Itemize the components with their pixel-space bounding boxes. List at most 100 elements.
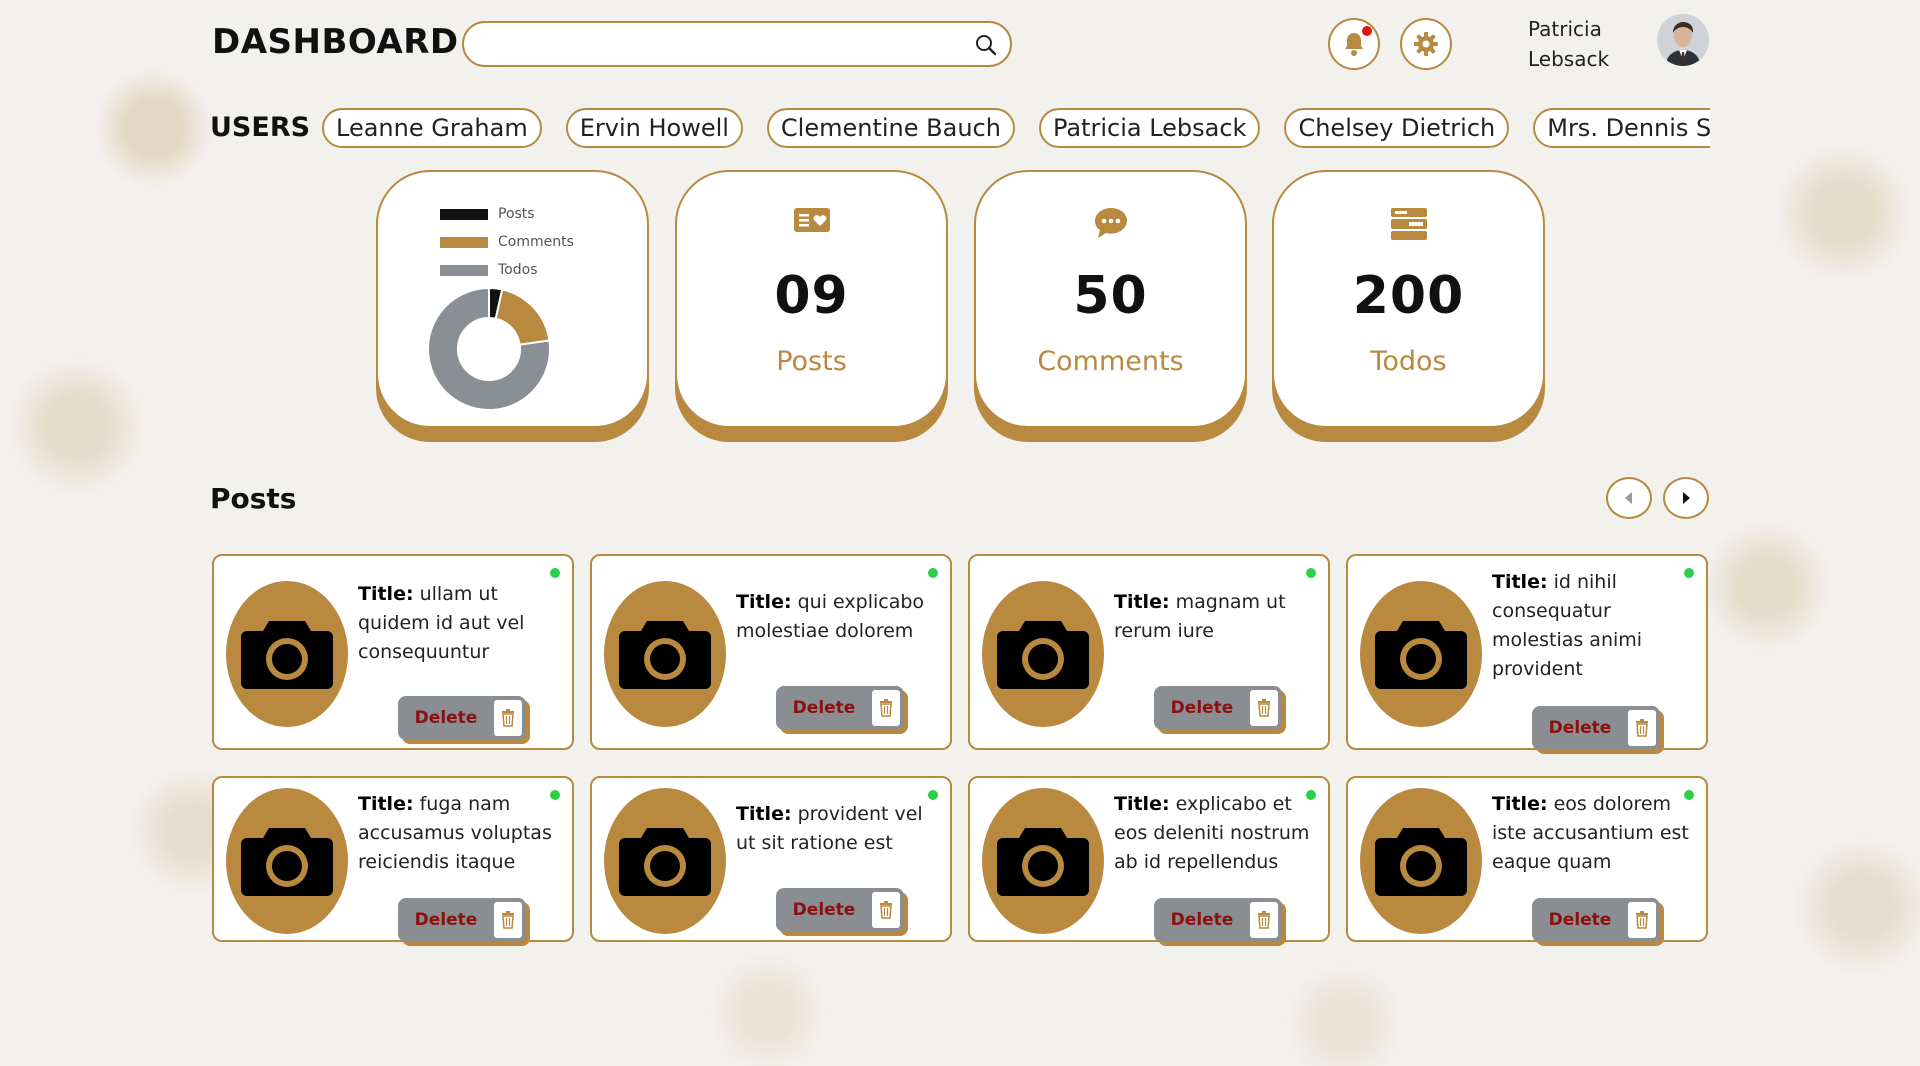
posts-stat-card[interactable]: 09 Posts bbox=[675, 170, 948, 428]
camera-icon bbox=[1375, 828, 1467, 896]
post-card[interactable]: Title: eos dolorem iste accusantium est … bbox=[1346, 776, 1708, 942]
search-icon[interactable] bbox=[974, 33, 998, 57]
online-status-dot bbox=[928, 790, 938, 800]
camera-icon bbox=[997, 621, 1089, 689]
delete-button[interactable]: Delete bbox=[398, 696, 526, 740]
gear-icon bbox=[1414, 32, 1438, 56]
post-thumbnail bbox=[982, 581, 1104, 727]
post-card[interactable]: Title: provident vel ut sit ratione est D… bbox=[590, 776, 952, 942]
todo-icon bbox=[1390, 208, 1427, 240]
trash-icon-box bbox=[872, 892, 900, 928]
camera-icon bbox=[619, 621, 711, 689]
next-page-button[interactable] bbox=[1663, 477, 1709, 519]
legend-label: Posts bbox=[498, 206, 535, 222]
user-first-name: Patricia bbox=[1528, 17, 1602, 41]
trash-icon bbox=[502, 911, 514, 929]
delete-button[interactable]: Delete bbox=[1154, 898, 1282, 942]
post-thumbnail bbox=[604, 581, 726, 727]
donut-chart bbox=[427, 286, 551, 411]
avatar[interactable] bbox=[1657, 14, 1709, 66]
comments-stat-label: Comments bbox=[1037, 346, 1184, 377]
delete-button[interactable]: Delete bbox=[776, 888, 904, 932]
post-card[interactable]: Title: explicabo et eos deleniti nostrum… bbox=[968, 776, 1330, 942]
trash-icon-box bbox=[494, 902, 522, 938]
trash-icon bbox=[1636, 911, 1648, 929]
delete-button[interactable]: Delete bbox=[776, 686, 904, 730]
search-input[interactable] bbox=[482, 23, 962, 63]
trash-icon-box bbox=[1250, 902, 1278, 938]
post-thumbnail bbox=[982, 788, 1104, 934]
post-title-prefix: Title: bbox=[1492, 793, 1548, 815]
legend-item: Comments bbox=[440, 228, 574, 256]
search-bar[interactable] bbox=[462, 21, 1012, 67]
post-thumbnail bbox=[226, 581, 348, 727]
notifications-button[interactable] bbox=[1328, 18, 1380, 70]
delete-button[interactable]: Delete bbox=[398, 898, 526, 942]
online-status-dot bbox=[550, 568, 560, 578]
post-title-prefix: Title: bbox=[1114, 591, 1170, 613]
posts-count: 09 bbox=[774, 266, 849, 326]
posts-stat-label: Posts bbox=[776, 346, 847, 377]
camera-icon bbox=[241, 828, 333, 896]
camera-icon bbox=[241, 621, 333, 689]
delete-label: Delete bbox=[414, 910, 478, 930]
trash-icon-box bbox=[872, 690, 900, 726]
user-chip[interactable]: Patricia Lebsack bbox=[1038, 108, 1261, 148]
post-thumbnail bbox=[226, 788, 348, 934]
user-chip[interactable]: Clementine Bauch bbox=[766, 108, 1015, 148]
user-last-name: Lebsack bbox=[1528, 47, 1610, 71]
chart-card: Posts Comments Todos bbox=[376, 170, 649, 428]
post-title: Title: fuga nam accusamus voluptas reici… bbox=[358, 790, 568, 877]
post-card[interactable]: Title: id nihil consequatur molestias an… bbox=[1346, 554, 1708, 750]
trash-icon bbox=[880, 901, 892, 919]
post-title: Title: explicabo et eos deleniti nostrum… bbox=[1114, 790, 1324, 877]
chart-legend: Posts Comments Todos bbox=[440, 200, 574, 284]
legend-swatch bbox=[440, 236, 488, 248]
settings-button[interactable] bbox=[1400, 18, 1452, 70]
trash-icon bbox=[502, 709, 514, 727]
legend-item: Todos bbox=[440, 256, 574, 284]
delete-button[interactable]: Delete bbox=[1532, 898, 1660, 942]
trash-icon bbox=[1636, 719, 1648, 737]
post-card[interactable]: Title: fuga nam accusamus voluptas reici… bbox=[212, 776, 574, 942]
chevron-left-icon bbox=[1625, 492, 1632, 504]
delete-label: Delete bbox=[1170, 698, 1234, 718]
post-title: Title: provident vel ut sit ratione est bbox=[736, 800, 946, 858]
delete-label: Delete bbox=[1548, 718, 1612, 738]
trash-icon bbox=[1258, 699, 1270, 717]
comment-icon bbox=[1094, 208, 1127, 238]
comments-stat-card[interactable]: 50 Comments bbox=[974, 170, 1247, 428]
post-title-prefix: Title: bbox=[358, 583, 414, 605]
prev-page-button[interactable] bbox=[1606, 477, 1652, 519]
post-title-prefix: Title: bbox=[358, 793, 414, 815]
post-title: Title: ullam ut quidem id aut vel conseq… bbox=[358, 580, 568, 667]
camera-icon bbox=[619, 828, 711, 896]
todos-stat-label: Todos bbox=[1370, 346, 1447, 377]
comments-count: 50 bbox=[1073, 266, 1148, 326]
todos-stat-card[interactable]: 200 Todos bbox=[1272, 170, 1545, 428]
bell-icon bbox=[1345, 33, 1363, 56]
post-thumbnail bbox=[604, 788, 726, 934]
post-card[interactable]: Title: magnam ut rerum iure Delete bbox=[968, 554, 1330, 750]
post-card[interactable]: Title: qui explicabo molestiae dolorem De… bbox=[590, 554, 952, 750]
delete-label: Delete bbox=[1548, 910, 1612, 930]
post-title: Title: qui explicabo molestiae dolorem bbox=[736, 588, 946, 646]
user-chip[interactable]: Mrs. Dennis Schulist bbox=[1533, 108, 1710, 148]
todos-count: 200 bbox=[1352, 266, 1465, 326]
user-chip[interactable]: Chelsey Dietrich bbox=[1284, 108, 1510, 148]
delete-button[interactable]: Delete bbox=[1154, 686, 1282, 730]
post-thumbnail bbox=[1360, 788, 1482, 934]
current-user-name[interactable]: Patricia Lebsack bbox=[1528, 14, 1609, 74]
post-title-prefix: Title: bbox=[736, 803, 792, 825]
online-status-dot bbox=[1306, 568, 1316, 578]
post-title-prefix: Title: bbox=[1492, 571, 1548, 593]
post-card[interactable]: Title: ullam ut quidem id aut vel conseq… bbox=[212, 554, 574, 750]
user-chip[interactable]: Leanne Graham bbox=[322, 108, 542, 148]
legend-swatch bbox=[440, 208, 488, 220]
users-list: Leanne Graham Ervin Howell Clementine Bauc… bbox=[322, 108, 1710, 150]
post-title-prefix: Title: bbox=[736, 591, 792, 613]
delete-button[interactable]: Delete bbox=[1532, 706, 1660, 750]
online-status-dot bbox=[928, 568, 938, 578]
user-chip[interactable]: Ervin Howell bbox=[565, 108, 743, 148]
page-title: DASHBOARD bbox=[212, 22, 459, 62]
